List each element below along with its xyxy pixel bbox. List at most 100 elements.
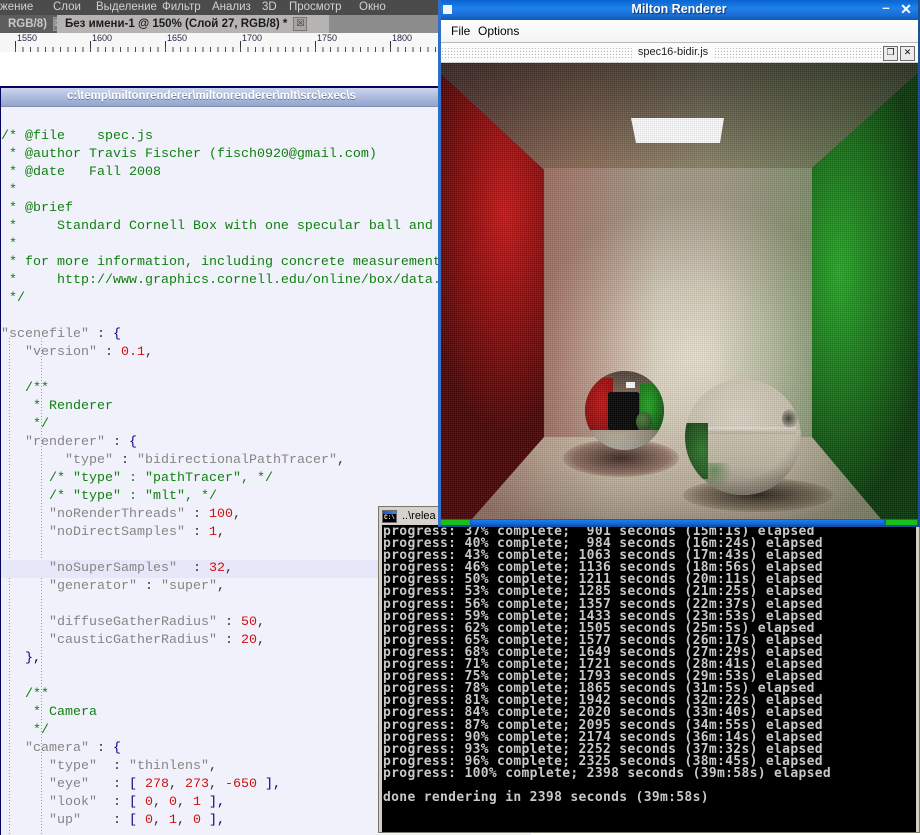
- code-token: "bidirectionalPathTracer": [137, 453, 337, 468]
- code-token: * for more information, including concre…: [1, 255, 441, 270]
- code-token: "eye": [49, 777, 89, 792]
- code-token: * http://www.graphics.cornell.edu/online…: [1, 273, 449, 288]
- code-token: [1, 381, 25, 396]
- close-icon[interactable]: ✕: [900, 46, 915, 61]
- code-token: ,: [145, 345, 153, 360]
- code-token: 0: [145, 813, 153, 828]
- code-token: {: [129, 435, 137, 450]
- code-token: "causticGatherRadius": [49, 633, 217, 648]
- code-token: 20: [241, 633, 257, 648]
- code-token: * Camera: [1, 705, 97, 720]
- code-token: "scenefile": [1, 327, 89, 342]
- console-output[interactable]: progress: 37% complete; 901 seconds (15m…: [382, 525, 916, 832]
- code-token: 0: [145, 795, 153, 810]
- code-token: [1, 561, 49, 576]
- code-token: {: [113, 741, 121, 756]
- menu-item-filter[interactable]: Фильтр: [162, 1, 201, 13]
- code-token: ],: [257, 777, 281, 792]
- console-line: done rendering in 2398 seconds (39m:58s): [383, 792, 831, 804]
- code-token: 273: [185, 777, 209, 792]
- code-token: -650: [225, 777, 257, 792]
- code-token: [1, 435, 25, 450]
- code-token: :: [217, 615, 241, 630]
- code-token: 1: [169, 813, 177, 828]
- menu-item-layer[interactable]: Слои: [53, 1, 81, 13]
- code-token: [1, 759, 49, 774]
- restore-icon[interactable]: ❐: [883, 46, 898, 61]
- code-token: * @brief: [1, 201, 73, 216]
- code-token: :: [97, 795, 129, 810]
- close-icon[interactable]: ✕: [898, 1, 914, 17]
- code-token: 0: [193, 813, 201, 828]
- rendered-image[interactable]: [441, 63, 918, 519]
- code-token: [1, 525, 49, 540]
- console-title: ..\relea: [402, 510, 436, 522]
- console-line: progress: 100% complete; 2398 seconds (3…: [383, 768, 831, 780]
- code-token: * Standard Cornell Box with one specular…: [1, 219, 449, 234]
- code-token: :: [89, 741, 113, 756]
- menu-item-view[interactable]: Просмотр: [289, 1, 342, 13]
- code-token: },: [25, 651, 41, 666]
- progress-segment-right: [886, 520, 917, 525]
- code-token: ],: [201, 813, 225, 828]
- mdi-child-title-text: spec16-bidir.js: [632, 46, 714, 58]
- code-token: */: [1, 291, 25, 306]
- code-token: * @date Fall 2008: [1, 165, 161, 180]
- ruler-label: 1650: [167, 33, 187, 43]
- code-token: [1, 633, 49, 648]
- code-token: [1, 507, 49, 522]
- code-token: :: [97, 345, 121, 360]
- code-token: [1, 615, 49, 630]
- menu-item-select[interactable]: Выделение: [96, 1, 157, 13]
- milton-menubar: File Options: [438, 20, 920, 43]
- code-token: 1: [193, 795, 201, 810]
- menu-item-options[interactable]: Options: [478, 24, 519, 38]
- code-token: ,: [233, 507, 241, 522]
- document-tab[interactable]: RGB/8) ☒: [0, 15, 57, 33]
- code-token: ],: [201, 795, 225, 810]
- code-token: :: [217, 633, 241, 648]
- code-token: "thinlens": [129, 759, 209, 774]
- code-token: *: [1, 237, 17, 252]
- code-token: 32: [209, 561, 225, 576]
- code-token: :: [185, 525, 209, 540]
- code-token: [: [129, 795, 145, 810]
- code-token: 1: [209, 525, 217, 540]
- code-token: :: [185, 507, 209, 522]
- menu-item-image[interactable]: жение: [0, 1, 33, 13]
- code-token: :: [113, 453, 137, 468]
- close-icon[interactable]: ☒: [293, 17, 307, 31]
- menu-item-analysis[interactable]: Анализ: [212, 1, 251, 13]
- milton-titlebar[interactable]: Milton Renderer – ✕: [438, 0, 920, 20]
- minimize-icon[interactable]: –: [879, 3, 893, 17]
- code-token: 0: [169, 795, 177, 810]
- code-token: "noDirectSamples": [49, 525, 185, 540]
- code-token: "up": [49, 813, 81, 828]
- code-token: [1, 471, 49, 486]
- code-token: :: [97, 759, 129, 774]
- code-token: "noSuperSamples": [49, 561, 177, 576]
- code-token: :: [105, 435, 129, 450]
- code-token: "diffuseGatherRadius": [49, 615, 217, 630]
- menu-item-window[interactable]: Окно: [359, 1, 386, 13]
- document-tab-label: Без имени-1 @ 150% (Слой 27, RGB/8) *: [57, 18, 287, 30]
- mdi-child-titlebar[interactable]: spec16-bidir.js ❐ ✕: [438, 43, 920, 63]
- code-token: ,: [225, 561, 233, 576]
- code-token: /* "type" : "pathTracer", */: [49, 471, 273, 486]
- mdi-child-title: spec16-bidir.js: [438, 46, 908, 58]
- menu-item-file[interactable]: File: [451, 24, 470, 38]
- render-noise-overlay: [441, 63, 918, 519]
- code-token: :: [177, 561, 209, 576]
- document-tab-active[interactable]: Без имени-1 @ 150% (Слой 27, RGB/8) * ☒: [57, 15, 329, 33]
- code-token: [1, 795, 49, 810]
- code-token: [1, 741, 25, 756]
- code-token: "generator": [49, 579, 137, 594]
- code-token: [: [129, 777, 145, 792]
- menu-item-3d[interactable]: 3D: [262, 1, 277, 13]
- code-token: * @author Travis Fischer (fisch0920@gmai…: [1, 147, 377, 162]
- code-token: [1, 777, 49, 792]
- code-token: "super": [161, 579, 217, 594]
- ruler-label: 1800: [392, 33, 412, 43]
- ruler-label: 1750: [317, 33, 337, 43]
- ruler-label: 1700: [242, 33, 262, 43]
